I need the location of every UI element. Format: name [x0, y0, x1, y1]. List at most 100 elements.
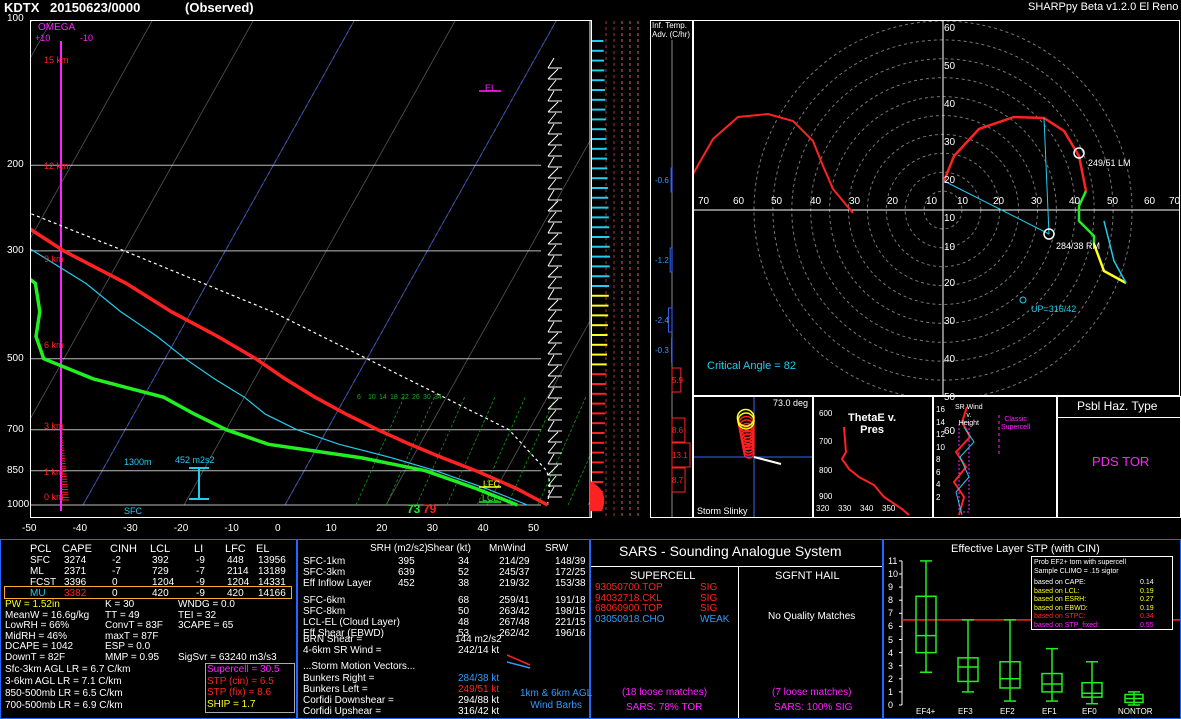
wind-barb	[547, 376, 557, 388]
hodo-x-label: 60	[1144, 196, 1156, 207]
thetae-x-label: 350	[882, 504, 896, 513]
pressure-label: 1000	[7, 499, 30, 510]
eff-srh-label: 452 m2s2	[175, 455, 215, 465]
height-label: 9 km	[44, 254, 64, 264]
temp-advection-plot	[667, 40, 691, 517]
mixing-ratio-label: 10	[368, 394, 376, 401]
thetae-y-label: 600	[819, 409, 833, 418]
wind-barb	[547, 79, 557, 91]
temp-label: -30	[123, 523, 138, 534]
srwind-y-label: 6	[936, 467, 941, 477]
slinky-angle: 73.0 deg	[773, 398, 809, 408]
stp-category: EF3	[958, 707, 973, 716]
mu-row-box	[4, 586, 292, 599]
adv-value: -0.3	[655, 346, 669, 355]
temperature-profile	[31, 21, 549, 507]
temp-label: 20	[376, 523, 388, 534]
sars-divider	[738, 566, 739, 718]
adv-value: 8.7	[672, 476, 684, 485]
srwind-plot	[952, 406, 1000, 516]
sars-loose-right: (7 loose matches)	[772, 687, 852, 698]
hodo-y-label: 40	[944, 354, 956, 365]
pressure-label: 100	[7, 13, 24, 24]
hodo-y-label: 30	[944, 316, 956, 327]
srwind-y-label: 16	[936, 405, 945, 414]
thermo-misc: DownT = 82F	[5, 651, 66, 663]
kin-cell: 38	[458, 578, 470, 589]
hazard-type: PDS TOR	[1092, 454, 1150, 469]
hodo-x-label: 70	[698, 196, 710, 207]
severe-index: STP (fix) = 8.6	[207, 687, 272, 698]
sars-title: SARS - Sounding Analogue System	[619, 543, 842, 559]
srwind-y-label: 14	[936, 417, 945, 427]
wind-barb	[547, 222, 555, 234]
lcl-label: LCL	[482, 493, 499, 503]
hodo-x-label: 40	[1069, 196, 1081, 207]
dewpoint-profile	[31, 277, 518, 507]
height-label: 0 km	[44, 492, 64, 502]
srwind-title: SR Wind v. Height	[955, 404, 983, 427]
slinky-vector	[753, 456, 782, 465]
stp-y-label: 7	[888, 608, 894, 619]
storm-slinky	[694, 397, 812, 517]
mixing-ratio-label: 14	[379, 394, 387, 401]
lapse-rate: 700-500mb LR = 6.9 C/km	[5, 700, 123, 711]
hodograph	[694, 21, 1179, 395]
stp-y-label: 3	[888, 660, 894, 671]
kin-cell: 452	[398, 578, 415, 589]
sfc-temp-label: 79	[423, 502, 437, 516]
wind-barb	[547, 123, 555, 135]
stp-y-label: 9	[888, 582, 894, 593]
hodo-x-label: 20	[993, 196, 1005, 207]
hodo-inflow-line	[1043, 117, 1050, 235]
thermo-col-header: LCL	[150, 543, 171, 555]
wind-barb	[547, 398, 559, 410]
temp-label: -50	[22, 523, 37, 534]
sars-pct-left: SARS: 78% TOR	[626, 702, 703, 713]
temp-label: 50	[528, 523, 540, 534]
adv-value: -1.2	[655, 256, 669, 265]
kin-cell: 262/42	[499, 628, 530, 639]
height-label: 12 km	[44, 161, 69, 171]
wind-barb	[547, 266, 559, 278]
wind-barb	[547, 299, 559, 311]
kin-cell: 153/38	[555, 578, 586, 589]
adv-value: 8.6	[672, 426, 684, 435]
parcel-profile	[31, 213, 551, 506]
pressure-label: 700	[7, 423, 24, 435]
motion-label: Corfidi Upshear =	[303, 706, 382, 717]
hodo-y-label: 20	[944, 278, 956, 289]
stp-y-label: 5	[888, 634, 894, 645]
wind-barb	[547, 200, 559, 212]
isotherm	[284, 21, 557, 506]
srwind-y-label: 8	[936, 455, 941, 464]
hodo-x-label: 70	[1169, 196, 1181, 207]
thermo-col-header: EL	[256, 543, 270, 555]
wind-barb	[547, 365, 559, 377]
thermo-misc: MMP = 0.95	[105, 651, 160, 663]
thetae-y-label: 800	[819, 466, 833, 475]
severe-index: STP (cin) = 6.5	[207, 675, 274, 687]
sars-match: 03050918.CHO	[595, 613, 665, 625]
height-label: 3 km	[44, 421, 64, 431]
sfc-dewp-label: 73	[407, 502, 421, 516]
hodo-0-3km	[942, 115, 1088, 192]
wind-barb	[547, 189, 555, 201]
thetae-x-label: 340	[860, 504, 874, 513]
kin-col-header: SRH (m2/s2)	[370, 543, 428, 554]
hodo-x-label: 20	[887, 196, 899, 207]
height-label: 1 km	[44, 467, 64, 477]
wind-barb	[547, 244, 557, 256]
hodo-x-label: 60	[733, 196, 745, 207]
hodo-y-label: 10	[944, 242, 956, 253]
thermo-col-header: LFC	[225, 543, 246, 555]
adv-value: 5.9	[672, 376, 684, 385]
hodo-y-label: 10	[944, 213, 956, 224]
hodo-x-label: 40	[810, 196, 822, 207]
stp-y-label: 0	[888, 700, 894, 710]
el-label: EL	[485, 83, 497, 93]
wind-barb	[547, 453, 555, 465]
thetae-y-label: 700	[819, 437, 833, 446]
wind-barb	[547, 178, 557, 190]
wind-barb	[547, 68, 559, 80]
